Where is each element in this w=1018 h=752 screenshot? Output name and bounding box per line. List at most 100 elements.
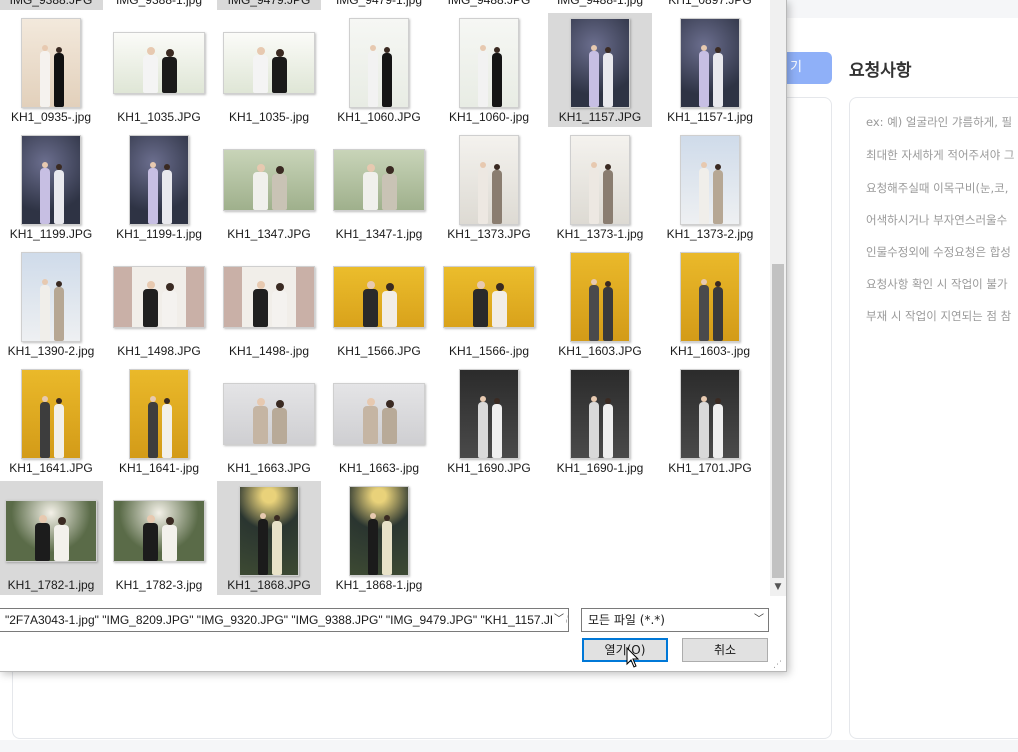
file-item[interactable]: KH1_1603.JPG bbox=[548, 247, 652, 361]
file-thumbnail bbox=[21, 369, 81, 459]
file-item[interactable]: KH1_0935-.jpg bbox=[0, 13, 103, 127]
file-item[interactable]: KH1_1347-1.jpg bbox=[327, 130, 431, 244]
file-item[interactable]: IMG_9488-1.jpg bbox=[548, 0, 652, 10]
file-thumbnail bbox=[349, 18, 409, 108]
file-thumbnail bbox=[680, 369, 740, 459]
file-name: IMG_9479-1.jpg bbox=[335, 0, 423, 7]
file-item[interactable]: KH1_1347.JPG bbox=[217, 130, 321, 244]
chevron-down-icon[interactable]: ﹀ bbox=[552, 609, 566, 631]
file-name: KH1_1035.JPG bbox=[117, 110, 201, 124]
file-thumbnail bbox=[223, 149, 315, 211]
file-item[interactable]: IMG_9479-1.jpg bbox=[327, 0, 431, 10]
file-type-select[interactable]: 모든 파일 (*.*) ﹀ bbox=[581, 608, 769, 632]
request-line: 요청사항 확인 시 작업이 불가 bbox=[866, 277, 1008, 291]
file-item[interactable]: IMG_9488.JPG bbox=[437, 0, 541, 10]
file-thumbnail bbox=[570, 252, 630, 342]
file-name: KH1_1373-2.jpg bbox=[666, 227, 754, 241]
file-thumbnail bbox=[113, 266, 205, 328]
file-item[interactable]: KH1_1782-3.jpg bbox=[107, 481, 211, 595]
resize-grip-icon[interactable]: ⋰ bbox=[773, 660, 782, 670]
request-line: 부재 시 작업이 지연되는 점 참 bbox=[866, 309, 1012, 323]
file-item[interactable]: KH1_1498-.jpg bbox=[217, 247, 321, 361]
file-item[interactable]: KH1_1566.JPG bbox=[327, 247, 431, 361]
file-thumbnail bbox=[223, 383, 315, 445]
file-name: KH1_1690.JPG bbox=[447, 461, 531, 475]
file-thumbnail bbox=[459, 135, 519, 225]
file-item[interactable]: KH1_1498.JPG bbox=[107, 247, 211, 361]
mouse-cursor-icon bbox=[626, 647, 640, 668]
file-item[interactable]: KH1_1868-1.jpg bbox=[327, 481, 431, 595]
file-item[interactable]: KH1_1701.JPG bbox=[658, 364, 762, 478]
filename-value: "2F7A3043-1.jpg" "IMG_8209.JPG" "IMG_932… bbox=[5, 613, 569, 627]
file-thumbnail bbox=[21, 135, 81, 225]
file-name: KH1_1782-1.jpg bbox=[7, 578, 95, 592]
file-name: KH1_1868-1.jpg bbox=[335, 578, 423, 592]
file-thumbnail bbox=[680, 18, 740, 108]
filename-input[interactable]: "2F7A3043-1.jpg" "IMG_8209.JPG" "IMG_932… bbox=[0, 608, 569, 632]
file-item[interactable]: KH1_1373.JPG bbox=[437, 130, 541, 244]
file-name: KH1_1641.JPG bbox=[9, 461, 93, 475]
file-item[interactable]: KH1_1373-2.jpg bbox=[658, 130, 762, 244]
scrollbar-thumb[interactable] bbox=[772, 264, 784, 578]
file-name: KH1_1157.JPG bbox=[558, 110, 642, 124]
file-item[interactable]: KH1_1782-1.jpg bbox=[0, 481, 103, 595]
file-item[interactable]: KH1_1157.JPG bbox=[548, 13, 652, 127]
file-item[interactable]: KH1_1157-1.jpg bbox=[658, 13, 762, 127]
file-item[interactable]: KH1_1060-.jpg bbox=[437, 13, 541, 127]
file-thumbnail bbox=[333, 149, 425, 211]
file-name: KH1_1373-1.jpg bbox=[556, 227, 644, 241]
file-name: KH1_1498.JPG bbox=[117, 344, 201, 358]
file-item[interactable]: KH1_1641-.jpg bbox=[107, 364, 211, 478]
file-item[interactable]: KH1_1641.JPG bbox=[0, 364, 103, 478]
file-thumbnail bbox=[5, 500, 97, 562]
file-name: KH1_1390-2.jpg bbox=[7, 344, 95, 358]
file-item[interactable]: KH1_1663.JPG bbox=[217, 364, 321, 478]
file-item[interactable]: KH1_1566-.jpg bbox=[437, 247, 541, 361]
file-item[interactable]: KH1_0897.JPG bbox=[658, 0, 762, 10]
file-thumbnail bbox=[443, 266, 535, 328]
request-line: 어색하시거나 부자연스러울수 bbox=[866, 213, 1008, 227]
file-name: KH1_1566-.jpg bbox=[448, 344, 530, 358]
file-name: KH1_1035-.jpg bbox=[228, 110, 310, 124]
file-grid[interactable]: IMG_9388.JPG IMG_9388-1.jpg IMG_9479.JPG IM… bbox=[0, 0, 770, 596]
request-textarea[interactable]: ex: 예) 얼굴라인 갸름하게, 필 최대한 자세하게 적어주셔야 그 요청해… bbox=[849, 97, 1018, 739]
file-name: IMG_9479.JPG bbox=[227, 0, 311, 7]
file-item[interactable]: KH1_1060.JPG bbox=[327, 13, 431, 127]
file-item[interactable]: KH1_1690-1.jpg bbox=[548, 364, 652, 478]
file-item[interactable]: KH1_1035.JPG bbox=[107, 13, 211, 127]
file-item[interactable]: KH1_1035-.jpg bbox=[217, 13, 321, 127]
file-item[interactable]: KH1_1663-.jpg bbox=[327, 364, 431, 478]
file-item[interactable]: IMG_9479.JPG bbox=[217, 0, 321, 10]
file-thumbnail bbox=[223, 32, 315, 94]
file-name: KH1_1347-1.jpg bbox=[335, 227, 423, 241]
file-item[interactable]: KH1_1199-1.jpg bbox=[107, 130, 211, 244]
file-name: KH1_1603-.jpg bbox=[669, 344, 751, 358]
file-item[interactable]: KH1_1868.JPG bbox=[217, 481, 321, 595]
file-name: KH1_1868.JPG bbox=[227, 578, 311, 592]
file-type-value: 모든 파일 (*.*) bbox=[588, 613, 665, 627]
file-thumbnail bbox=[680, 252, 740, 342]
request-title: 요청사항 bbox=[849, 61, 912, 81]
file-name: KH1_1663-.jpg bbox=[338, 461, 420, 475]
file-name: IMG_9388.JPG bbox=[9, 0, 93, 7]
file-item[interactable]: KH1_1373-1.jpg bbox=[548, 130, 652, 244]
file-thumbnail bbox=[459, 369, 519, 459]
file-item[interactable]: KH1_1603-.jpg bbox=[658, 247, 762, 361]
file-name: KH1_1498-.jpg bbox=[228, 344, 310, 358]
file-name: KH1_1347.JPG bbox=[227, 227, 311, 241]
file-item[interactable]: KH1_1390-2.jpg bbox=[0, 247, 103, 361]
file-name: KH1_1663.JPG bbox=[227, 461, 311, 475]
file-item[interactable]: KH1_1199.JPG bbox=[0, 130, 103, 244]
file-name: KH1_1690-1.jpg bbox=[556, 461, 644, 475]
vertical-scrollbar[interactable]: ▼ bbox=[770, 0, 786, 596]
file-item[interactable]: KH1_1690.JPG bbox=[437, 364, 541, 478]
file-open-dialog: IMG_9388.JPG IMG_9388-1.jpg IMG_9479.JPG IM… bbox=[0, 0, 787, 672]
file-thumbnail bbox=[239, 486, 299, 576]
cancel-button[interactable]: 취소 bbox=[682, 638, 768, 662]
file-item[interactable]: IMG_9388.JPG bbox=[0, 0, 103, 10]
file-thumbnail bbox=[333, 266, 425, 328]
scroll-down-arrow-icon[interactable]: ▼ bbox=[773, 582, 783, 592]
file-item[interactable]: IMG_9388-1.jpg bbox=[107, 0, 211, 10]
open-button[interactable]: 열기(O) bbox=[582, 638, 668, 662]
file-thumbnail bbox=[21, 252, 81, 342]
